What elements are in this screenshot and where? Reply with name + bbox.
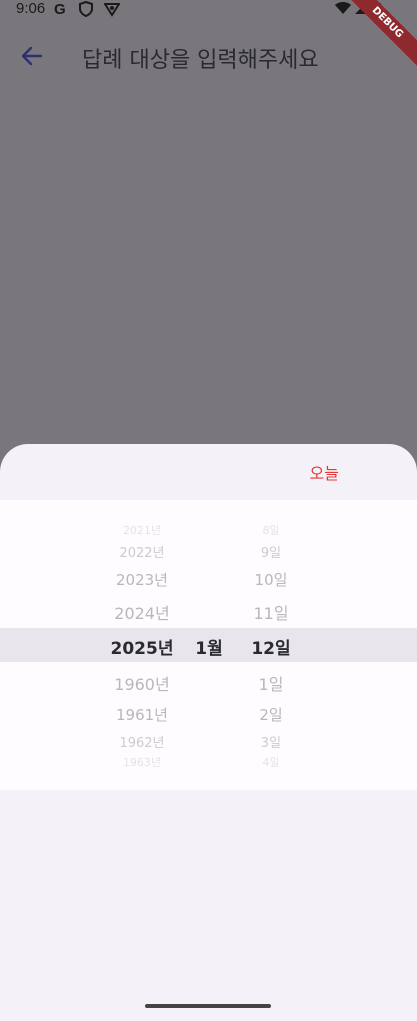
day-column[interactable]: 8일 9일 10일 11일 12일 1일 2일 3일 4일 [236,500,306,790]
year-item[interactable]: 2021년 [100,522,184,538]
year-item[interactable]: 2023년 [100,569,184,590]
day-item[interactable]: 2일 [236,704,306,725]
day-item-selected[interactable]: 12일 [236,634,306,659]
year-column[interactable]: 2021년 2022년 2023년 2024년 2025년 1960년 1961… [100,500,184,790]
month-column[interactable]: 1월 [188,500,230,790]
year-item[interactable]: 1963년 [100,754,184,770]
wifi-icon [334,1,352,19]
year-item[interactable]: 1960년 [100,671,184,695]
day-item[interactable]: 11일 [236,600,306,624]
year-item[interactable]: 2022년 [100,542,184,561]
vpn-icon [103,1,121,21]
day-item[interactable]: 3일 [236,732,306,751]
shield-icon [79,0,93,21]
day-item[interactable]: 10일 [236,569,306,590]
google-icon: G [54,1,66,18]
day-item[interactable]: 9일 [236,542,306,561]
arrow-left-icon [21,46,43,66]
day-item[interactable]: 8일 [236,522,306,538]
day-item[interactable]: 1일 [236,671,306,695]
day-item[interactable]: 4일 [236,754,306,770]
date-picker-wheel: 2021년 2022년 2023년 2024년 2025년 1960년 1961… [0,500,417,790]
date-picker-sheet: 오늘 2021년 2022년 2023년 2024년 2025년 1960년 1… [0,444,417,1021]
year-item[interactable]: 1961년 [100,704,184,725]
status-time: 9:06 [16,0,46,17]
page-title: 답례 대상을 입력해주세요 [82,48,319,73]
back-button[interactable] [14,38,50,74]
home-indicator[interactable] [145,1004,271,1008]
year-item[interactable]: 2024년 [100,600,184,624]
year-item-selected[interactable]: 2025년 [100,634,184,659]
app-bar: 답례 대상을 입력해주세요 [0,30,417,82]
year-item[interactable]: 1962년 [100,732,184,751]
today-button[interactable]: 오늘 [310,460,339,484]
month-item-selected[interactable]: 1월 [188,634,230,659]
